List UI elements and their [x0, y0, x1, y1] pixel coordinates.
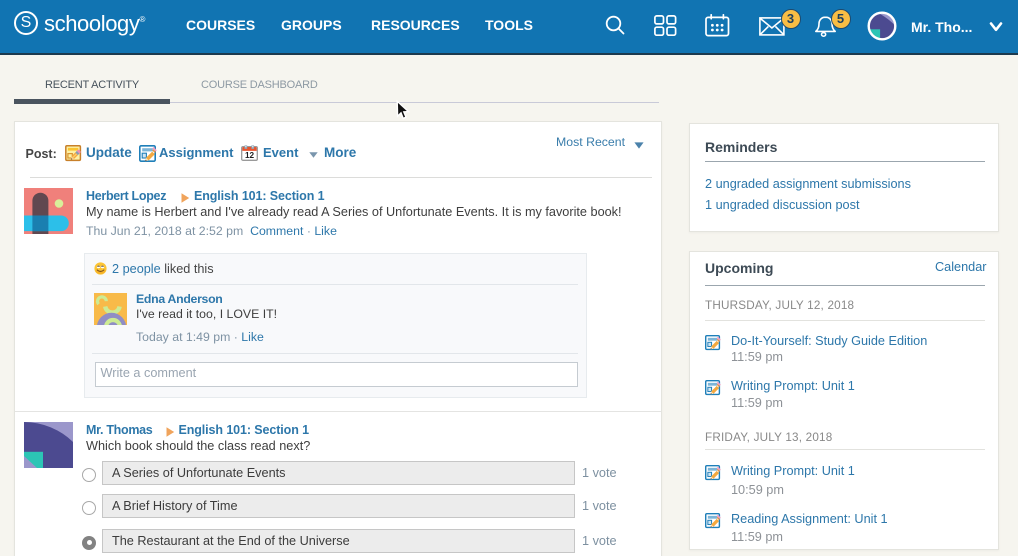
svg-text:12: 12	[244, 151, 254, 160]
